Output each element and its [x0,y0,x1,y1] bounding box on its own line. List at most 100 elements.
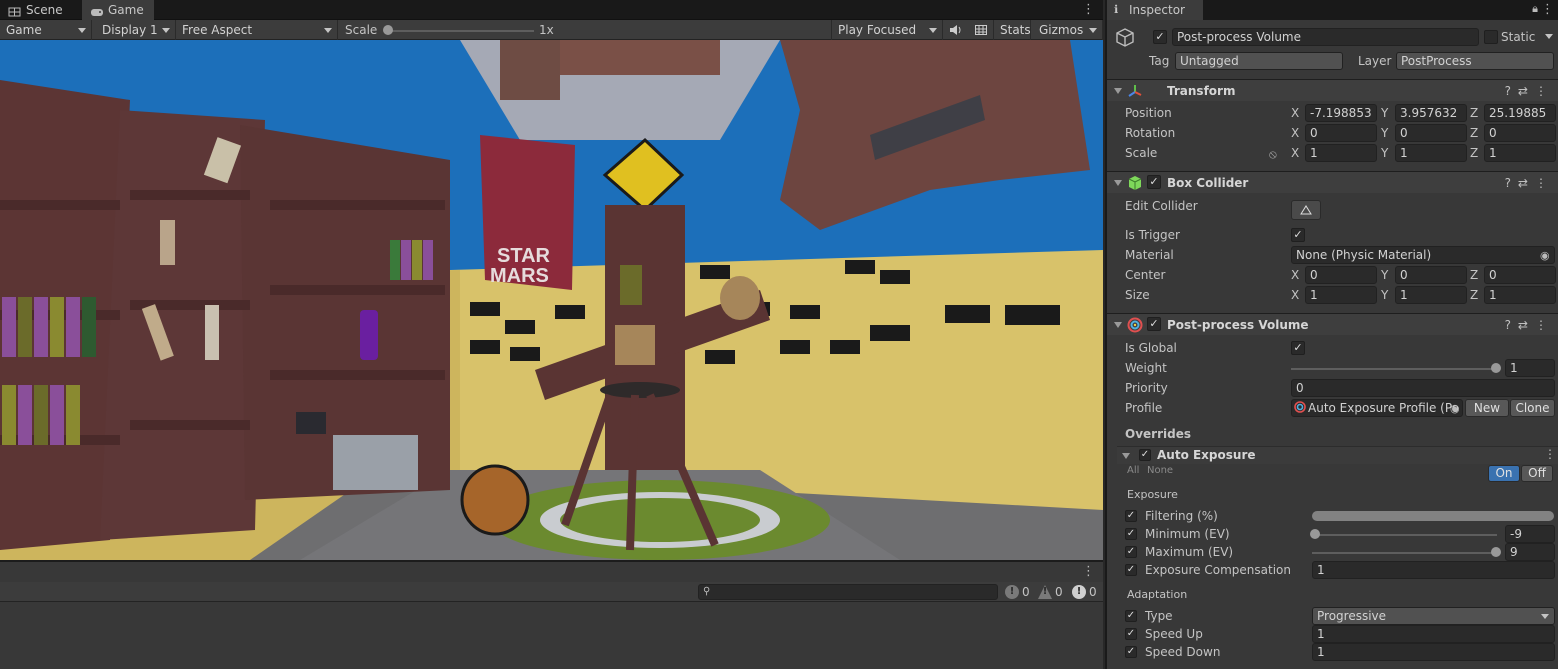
position-z-field[interactable]: 25.19885 [1484,104,1556,122]
box-collider-header[interactable]: ✓ Box Collider ?⇄⋮ [1107,171,1558,193]
size-z-field[interactable]: 1 [1484,286,1556,304]
minimum-ev-field[interactable]: -9 [1505,525,1555,543]
speed-down-field[interactable]: 1 [1312,643,1555,661]
static-dropdown-chevron-icon[interactable] [1545,34,1553,39]
scale-y-axis-label[interactable]: Y [1381,146,1388,160]
maximum-override-checkbox[interactable]: ✓ [1125,546,1137,558]
component-menu-icons[interactable]: ?⇄⋮ [1505,318,1554,332]
layer-dropdown[interactable]: PostProcess [1396,52,1554,70]
position-x-field[interactable]: -7.198853 [1305,104,1377,122]
tab-inspector[interactable]: ℹ Inspector [1107,0,1203,20]
maximum-ev-knob[interactable] [1491,547,1501,557]
speed-up-field[interactable]: 1 [1312,625,1555,643]
error-count-toggle[interactable]: ! 0 [1070,584,1097,600]
weight-slider[interactable] [1291,368,1497,370]
console-more-icon[interactable]: ⋮ [1082,564,1095,579]
auto-exposure-more-icon[interactable]: ⋮ [1544,447,1556,461]
position-y-field[interactable]: 3.957632 [1395,104,1467,122]
center-z-axis-label[interactable]: Z [1470,268,1478,282]
center-x-field[interactable]: 0 [1305,266,1377,284]
edit-collider-button[interactable] [1291,200,1321,220]
exposure-compensation-field[interactable]: 1 [1312,561,1555,579]
size-x-axis-label[interactable]: X [1291,288,1299,302]
size-y-axis-label[interactable]: Y [1381,288,1388,302]
center-y-field[interactable]: 0 [1395,266,1467,284]
override-all-link[interactable]: All [1127,465,1139,476]
center-y-axis-label[interactable]: Y [1381,268,1388,282]
on-toggle-button[interactable]: On [1488,465,1520,482]
scale-y-field[interactable]: 1 [1395,144,1467,162]
constrain-proportions-icon[interactable]: ⦸ [1269,147,1277,162]
console-search-input[interactable]: ⚲ [698,584,998,600]
new-profile-button[interactable]: New [1465,399,1509,417]
center-z-field[interactable]: 0 [1484,266,1556,284]
box-collider-enabled-checkbox[interactable]: ✓ [1147,175,1161,189]
size-x-field[interactable]: 1 [1305,286,1377,304]
scale-slider-knob[interactable] [383,25,393,35]
foldout-arrow-icon[interactable] [1114,180,1122,186]
component-menu-icons[interactable]: ?⇄⋮ [1505,176,1554,190]
inspector-more-icon[interactable]: ⋮ [1541,2,1554,17]
minimum-ev-knob[interactable] [1310,529,1320,539]
object-name-field[interactable]: Post-process Volume [1172,28,1479,46]
compensation-override-checkbox[interactable]: ✓ [1125,564,1137,576]
rotation-y-axis-label[interactable]: Y [1381,126,1388,140]
minimum-ev-slider[interactable] [1312,534,1497,536]
profile-picker-icon[interactable]: ◉ [1450,402,1460,415]
foldout-arrow-icon[interactable] [1114,88,1122,94]
lock-icon[interactable]: 🔒︎ [1532,2,1538,16]
display-dropdown[interactable]: Display 1 [96,20,176,40]
rotation-z-field[interactable]: 0 [1484,124,1556,142]
rotation-z-axis-label[interactable]: Z [1470,126,1478,140]
size-y-field[interactable]: 1 [1395,286,1467,304]
size-z-axis-label[interactable]: Z [1470,288,1478,302]
clone-profile-button[interactable]: Clone [1510,399,1555,417]
gizmos-dropdown[interactable]: Gizmos [1033,20,1103,40]
is-global-checkbox[interactable]: ✓ [1291,341,1305,355]
auto-exposure-enabled-checkbox[interactable]: ✓ [1139,449,1151,461]
weight-field[interactable]: 1 [1505,359,1555,377]
gallery-grid-icon[interactable] [974,23,988,40]
position-z-axis-label[interactable]: Z [1470,106,1478,120]
transform-header[interactable]: Transform ?⇄⋮ [1107,79,1558,101]
filtering-range-slider[interactable] [1312,511,1554,521]
scale-z-axis-label[interactable]: Z [1470,146,1478,160]
auto-exposure-header[interactable]: ✓ Auto Exposure ⋮ [1117,446,1558,464]
off-toggle-button[interactable]: Off [1521,465,1553,482]
adaptation-type-dropdown[interactable]: Progressive [1312,607,1555,625]
stats-button[interactable]: Stats [993,20,1031,40]
scale-x-field[interactable]: 1 [1305,144,1377,162]
game-viewport[interactable]: STAR MARS [0,40,1103,560]
log-count-toggle[interactable]: ! 0 [1003,584,1030,600]
warning-count-toggle[interactable]: ! 0 [1036,584,1063,600]
maximum-ev-slider[interactable] [1312,552,1497,554]
static-checkbox[interactable] [1484,30,1498,44]
scale-slider[interactable] [386,30,534,32]
object-picker-icon[interactable]: ◉ [1540,249,1550,262]
material-field[interactable]: None (Physic Material) [1291,246,1555,264]
priority-field[interactable]: 0 [1291,379,1555,397]
foldout-arrow-icon[interactable] [1122,453,1130,459]
position-x-axis-label[interactable]: X [1291,106,1299,120]
foldout-arrow-icon[interactable] [1114,322,1122,328]
maximum-ev-field[interactable]: 9 [1505,543,1555,561]
position-y-axis-label[interactable]: Y [1381,106,1388,120]
override-none-link[interactable]: None [1147,465,1173,476]
scale-x-axis-label[interactable]: X [1291,146,1299,160]
is-trigger-checkbox[interactable]: ✓ [1291,228,1305,242]
scale-z-field[interactable]: 1 [1484,144,1556,162]
speed-up-override-checkbox[interactable]: ✓ [1125,628,1137,640]
rotation-x-field[interactable]: 0 [1305,124,1377,142]
rotation-x-axis-label[interactable]: X [1291,126,1299,140]
weight-slider-knob[interactable] [1491,363,1501,373]
play-mode-dropdown[interactable]: Play Focused [831,20,943,40]
tab-game[interactable]: Game [82,0,154,20]
speed-down-override-checkbox[interactable]: ✓ [1125,646,1137,658]
rotation-y-field[interactable]: 0 [1395,124,1467,142]
post-process-volume-header[interactable]: ✓ Post-process Volume ?⇄⋮ [1107,313,1558,335]
filtering-override-checkbox[interactable]: ✓ [1125,510,1137,522]
audio-mute-icon[interactable] [948,23,962,40]
component-menu-icons[interactable]: ?⇄⋮ [1505,84,1554,98]
profile-field[interactable]: Auto Exposure Profile (Po [1291,399,1463,417]
aspect-dropdown[interactable]: Free Aspect [176,20,338,40]
